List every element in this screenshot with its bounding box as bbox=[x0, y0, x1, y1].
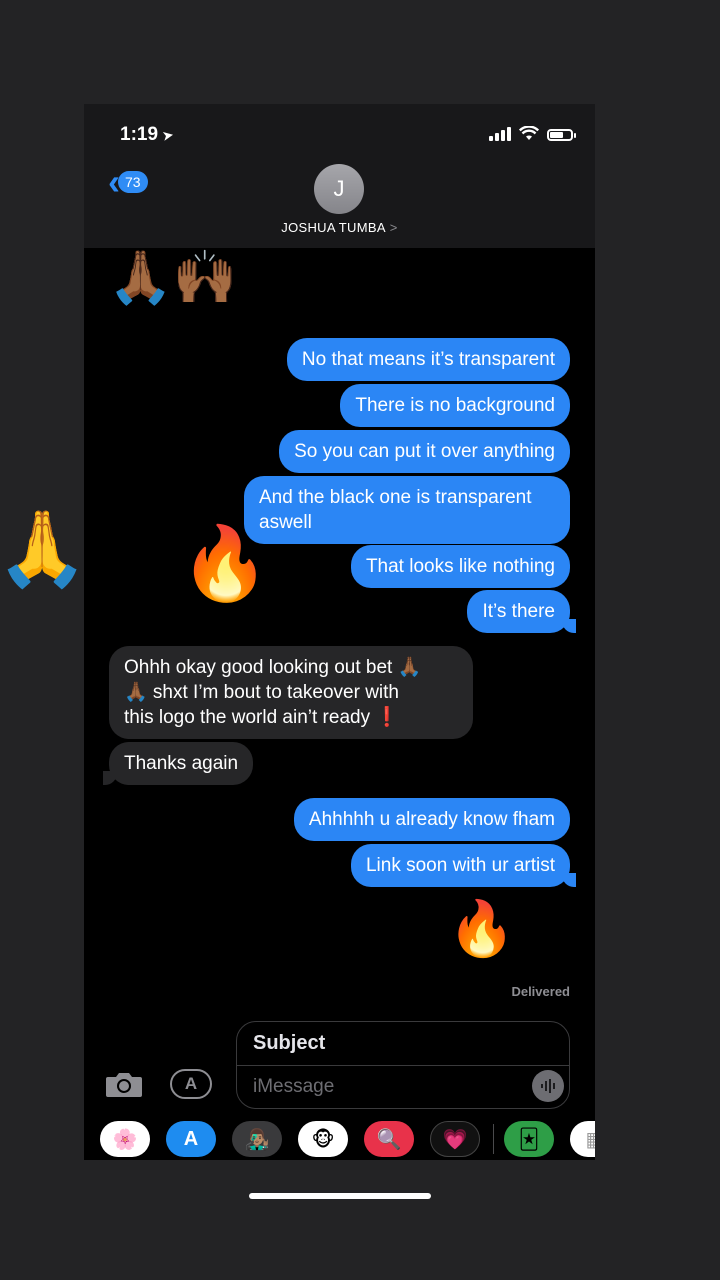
contact-avatar[interactable]: J bbox=[314, 164, 364, 214]
divider bbox=[493, 1124, 494, 1154]
app-store-icon: A bbox=[184, 1074, 198, 1093]
outgoing-message[interactable]: No that means it’s transparent bbox=[286, 338, 570, 381]
location-icon: ➤ bbox=[160, 126, 175, 144]
signal-icon bbox=[489, 127, 511, 141]
message-input[interactable]: iMessage bbox=[253, 1076, 334, 1098]
message-line: 🙏🏾 shxt I’m bout to takeover with bbox=[124, 682, 399, 703]
audio-message-button[interactable] bbox=[532, 1070, 564, 1102]
divider bbox=[237, 1065, 569, 1066]
outgoing-message[interactable]: That looks like nothing bbox=[350, 545, 570, 588]
incoming-message[interactable]: Thanks again bbox=[102, 742, 254, 785]
waveform-icon bbox=[541, 1079, 555, 1093]
photos-app-icon[interactable]: 🌸 bbox=[100, 1121, 150, 1157]
images-search-app-icon[interactable]: 🔍 bbox=[364, 1121, 414, 1157]
outgoing-message[interactable]: There is no background bbox=[340, 384, 570, 427]
app-store-button[interactable]: A bbox=[170, 1069, 212, 1099]
fire-emoji[interactable]: 🔥 bbox=[448, 902, 515, 956]
outgoing-message[interactable]: And the black one is transparent aswell bbox=[244, 476, 570, 544]
devil-emoji[interactable]: 😈 bbox=[508, 902, 564, 956]
wifi-icon bbox=[519, 126, 539, 140]
emoji-message[interactable]: 🙏🏾🙌🏾 bbox=[108, 252, 238, 304]
message-line: Ohhh okay good looking out bet 🙏🏾 bbox=[124, 657, 422, 678]
devil-sticker[interactable]: 😈 bbox=[90, 520, 165, 592]
back-button[interactable]: ‹ 73 bbox=[108, 164, 148, 200]
messages-screen: 1:19 ➤ ‹ 73 J JOSHUA TUMBA > 🙏🏾🙌🏾 No that … bbox=[84, 104, 595, 1160]
contact-name-button[interactable]: JOSHUA TUMBA > bbox=[84, 220, 595, 235]
battery-icon bbox=[547, 129, 576, 141]
app-store-app-icon[interactable]: A bbox=[166, 1121, 216, 1157]
outgoing-message[interactable]: Ahhhhh u already know fham bbox=[293, 798, 570, 841]
unread-count-badge: 73 bbox=[118, 171, 148, 193]
subject-field[interactable]: Subject bbox=[253, 1032, 325, 1055]
message-line: aswell bbox=[259, 512, 312, 533]
incoming-message[interactable]: Ohhh okay good looking out bet 🙏🏾 🙏🏾 shx… bbox=[109, 646, 473, 739]
animoji-app-icon[interactable]: 🐵 bbox=[298, 1121, 348, 1157]
memoji-app-icon[interactable]: 👨🏽‍🎤 bbox=[232, 1121, 282, 1157]
praying-hands-sticker: 🙏 bbox=[0, 507, 89, 590]
imessage-app-drawer: 🌸 A 👨🏽‍🎤 🐵 🔍 💗 🃏 ▦ bbox=[84, 1118, 595, 1164]
more-apps-icon[interactable]: ▦ bbox=[570, 1121, 595, 1157]
outgoing-message[interactable]: It’s there bbox=[467, 590, 576, 633]
home-indicator[interactable] bbox=[249, 1193, 431, 1199]
camera-icon[interactable] bbox=[104, 1069, 144, 1099]
outgoing-message[interactable]: So you can put it over anything bbox=[279, 430, 570, 473]
delivered-status: Delivered bbox=[511, 984, 570, 999]
digital-touch-app-icon[interactable]: 💗 bbox=[430, 1121, 480, 1157]
message-line: this logo the world ain’t ready ❗ bbox=[124, 707, 400, 728]
games-app-icon[interactable]: 🃏 bbox=[504, 1121, 554, 1157]
outgoing-message[interactable]: Link soon with ur artist bbox=[350, 844, 577, 887]
status-time: 1:19 ➤ bbox=[120, 124, 175, 145]
conversation-header: 1:19 ➤ ‹ 73 J JOSHUA TUMBA > bbox=[84, 104, 595, 248]
fire-sticker[interactable]: 🔥 bbox=[180, 528, 270, 600]
message-composer[interactable]: Subject iMessage bbox=[236, 1021, 570, 1109]
status-icons bbox=[489, 126, 576, 141]
contact-name: JOSHUA TUMBA bbox=[281, 220, 386, 235]
message-line: And the black one is transparent bbox=[259, 487, 532, 508]
chevron-right-icon: > bbox=[389, 220, 398, 235]
